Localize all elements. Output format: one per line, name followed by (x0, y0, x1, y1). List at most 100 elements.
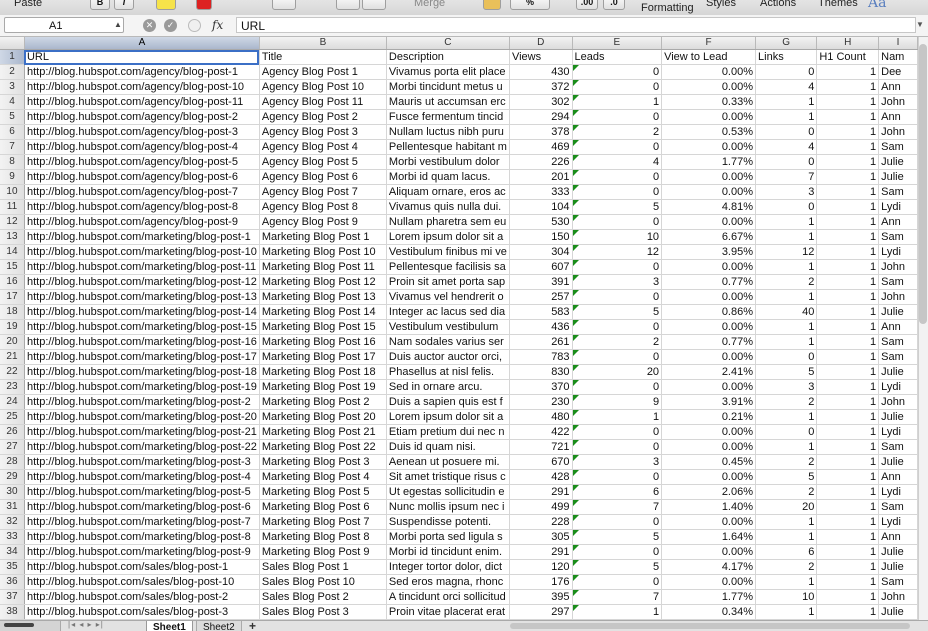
row-header[interactable]: 13 (0, 229, 25, 245)
cell[interactable]: Julie (878, 454, 918, 470)
cell[interactable]: 0.00% (661, 514, 757, 530)
column-header[interactable]: I (878, 37, 918, 50)
cell[interactable]: 2.41% (661, 364, 757, 380)
cell[interactable]: 0.00% (661, 79, 757, 95)
cell[interactable]: John (878, 94, 918, 110)
cell[interactable]: 2 (572, 124, 663, 140)
cell[interactable]: 378 (509, 124, 573, 140)
row-header[interactable]: 7 (0, 139, 25, 155)
percent-button[interactable]: % (510, 0, 550, 10)
cell[interactable]: Marketing Blog Post 12 (259, 274, 387, 290)
cell[interactable]: Marketing Blog Post 20 (259, 409, 387, 425)
cell[interactable]: 0.00% (661, 349, 757, 365)
row-header[interactable]: 36 (0, 574, 25, 590)
cell[interactable]: 0.00% (661, 319, 757, 335)
cell[interactable]: 1 (816, 184, 880, 200)
row-header[interactable]: 20 (0, 334, 25, 350)
cell[interactable]: Title (259, 49, 387, 65)
cell[interactable]: Agency Blog Post 11 (259, 94, 387, 110)
cell[interactable]: Marketing Blog Post 19 (259, 379, 387, 395)
cell[interactable]: 436 (509, 319, 573, 335)
horizontal-scroll-thumb[interactable] (510, 623, 910, 629)
cell[interactable]: 5 (755, 469, 818, 485)
fill-color-button[interactable] (156, 0, 176, 10)
row-header[interactable]: 30 (0, 484, 25, 500)
cell[interactable]: 333 (509, 184, 573, 200)
cell[interactable]: Julie (878, 544, 918, 560)
cell[interactable]: 1 (572, 604, 663, 620)
cell[interactable]: Ann (878, 469, 918, 485)
cell[interactable]: 0 (755, 349, 818, 365)
row-header[interactable]: 28 (0, 454, 25, 470)
cell[interactable]: 1 (816, 544, 880, 560)
cell[interactable]: 12 (572, 244, 663, 260)
cell[interactable]: Lydi (878, 484, 918, 500)
cell[interactable]: 830 (509, 364, 573, 380)
cell[interactable]: 1 (816, 259, 880, 275)
cell[interactable]: http://blog.hubspot.com/marketing/blog-p… (24, 469, 260, 485)
cell[interactable]: Morbi id tincidunt enim. (386, 544, 510, 560)
cell[interactable]: Julie (878, 604, 918, 620)
cell[interactable]: 0 (572, 544, 663, 560)
cell[interactable]: 261 (509, 334, 573, 350)
cell[interactable]: 20 (755, 499, 818, 515)
cell[interactable]: 0 (572, 109, 663, 125)
cell[interactable]: 0 (572, 574, 663, 590)
cell[interactable]: 0.00% (661, 289, 757, 305)
cell[interactable]: Lydi (878, 424, 918, 440)
cell[interactable]: 0 (572, 379, 663, 395)
cell[interactable]: 304 (509, 244, 573, 260)
row-header[interactable]: 14 (0, 244, 25, 260)
cell[interactable]: Marketing Blog Post 6 (259, 499, 387, 515)
cell[interactable]: 0.00% (661, 544, 757, 560)
row-header[interactable]: 11 (0, 199, 25, 215)
cell[interactable]: 3.91% (661, 394, 757, 410)
cell[interactable]: Sam (878, 349, 918, 365)
cell[interactable]: 2.06% (661, 484, 757, 500)
cell[interactable]: 395 (509, 589, 573, 605)
cell[interactable]: Marketing Blog Post 8 (259, 529, 387, 545)
cell[interactable]: 0.00% (661, 139, 757, 155)
cell[interactable]: 1 (816, 379, 880, 395)
cell[interactable]: Sales Blog Post 1 (259, 559, 387, 575)
cell[interactable]: 1 (816, 514, 880, 530)
cell[interactable]: http://blog.hubspot.com/marketing/blog-p… (24, 454, 260, 470)
actions-button[interactable]: Actions (760, 0, 796, 9)
cell[interactable]: Ann (878, 529, 918, 545)
cell[interactable]: Marketing Blog Post 4 (259, 469, 387, 485)
cell[interactable]: Duis a sapien quis est f (386, 394, 510, 410)
cell[interactable]: http://blog.hubspot.com/marketing/blog-p… (24, 514, 260, 530)
cell[interactable]: 1 (755, 94, 818, 110)
cell[interactable]: 1 (816, 484, 880, 500)
cell[interactable]: 0.00% (661, 109, 757, 125)
cell[interactable]: Agency Blog Post 10 (259, 79, 387, 95)
cell[interactable]: 1 (755, 604, 818, 620)
cell[interactable]: Links (755, 49, 818, 65)
cell[interactable]: 291 (509, 544, 573, 560)
cell[interactable]: 1 (816, 199, 880, 215)
cell[interactable]: Vivamus porta elit place (386, 64, 510, 80)
cell[interactable]: 1 (816, 394, 880, 410)
cell[interactable]: http://blog.hubspot.com/marketing/blog-p… (24, 529, 260, 545)
cell[interactable]: Morbi porta sed ligula s (386, 529, 510, 545)
cell[interactable]: 0.00% (661, 214, 757, 230)
column-header[interactable]: C (386, 37, 510, 50)
cell[interactable]: 305 (509, 529, 573, 545)
column-header[interactable]: G (755, 37, 818, 50)
cell[interactable]: 1 (816, 349, 880, 365)
row-header[interactable]: 27 (0, 439, 25, 455)
cell[interactable]: 0 (572, 439, 663, 455)
cell[interactable]: Suspendisse potenti. (386, 514, 510, 530)
cell[interactable]: Sed in ornare arcu. (386, 379, 510, 395)
cell[interactable]: Agency Blog Post 3 (259, 124, 387, 140)
select-all-corner[interactable] (0, 37, 25, 50)
cell[interactable]: H1 Count (816, 49, 880, 65)
cell[interactable]: 1 (816, 424, 880, 440)
cell[interactable]: 4 (572, 154, 663, 170)
row-header[interactable]: 31 (0, 499, 25, 515)
cell[interactable]: Lydi (878, 379, 918, 395)
cell[interactable]: Julie (878, 559, 918, 575)
cell[interactable]: 1 (755, 514, 818, 530)
cell[interactable]: 1 (816, 229, 880, 245)
cell[interactable]: Marketing Blog Post 22 (259, 439, 387, 455)
